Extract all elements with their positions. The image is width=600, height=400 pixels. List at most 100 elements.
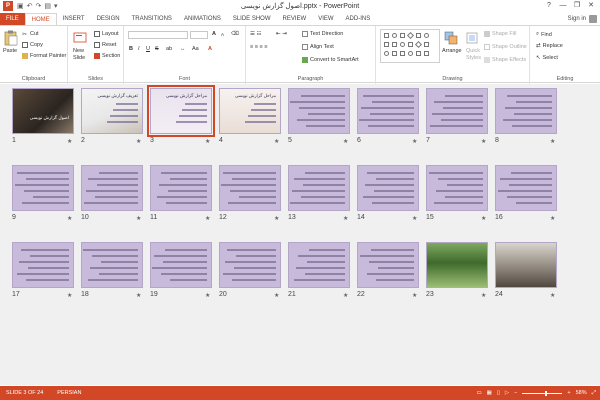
slide-sorter-canvas[interactable]: اصول گزارش نویسی 1 ★ تعریف گزارش نویسی 2 ★ مرا… [0,84,600,385]
slide-thumbnail[interactable]: مراحل گزارش نویسی [219,88,281,134]
new-slide-button[interactable]: New [73,48,84,54]
replace-button[interactable]: ⇄ Replace [536,43,563,49]
section-button[interactable]: Section [94,53,120,59]
language-indicator[interactable]: PERSIAN [57,390,81,396]
tab-home[interactable]: HOME [24,13,57,25]
shape-fill-button[interactable]: Shape Fill [484,31,516,37]
transition-star-icon[interactable]: ★ [412,138,417,145]
sign-in-link[interactable]: Sign in [568,13,586,25]
format-painter-button[interactable]: Format Painter [22,53,66,59]
slide-thumbnail[interactable]: تعریف گزارش نویسی [81,88,143,134]
bullets-icon[interactable]: ☰ ☷ [250,31,261,37]
tab-review[interactable]: REVIEW [277,13,313,25]
char-spacing-icon[interactable]: ↔ [180,46,186,52]
transition-star-icon[interactable]: ★ [136,292,141,299]
clear-formatting-icon[interactable]: ⌫ [231,31,239,37]
tab-view[interactable]: VIEW [312,13,339,25]
find-button[interactable]: ⌕ Find [536,31,552,38]
zoom-in-icon[interactable]: + [567,390,570,396]
slide-thumbnail[interactable] [12,165,74,211]
undo-icon[interactable]: ↶ [27,2,33,10]
transition-star-icon[interactable]: ★ [481,292,486,299]
transition-star-icon[interactable]: ★ [550,292,555,299]
slide-thumbnail[interactable] [495,165,557,211]
start-from-beginning-icon[interactable]: ▤ [44,2,51,10]
layout-button[interactable]: Layout [94,31,119,37]
slide-thumbnail[interactable] [357,88,419,134]
reading-view-icon[interactable]: ▯ [497,390,500,396]
slide-thumbnail[interactable] [426,165,488,211]
copy-button[interactable]: Copy [22,42,43,48]
shrink-font-button[interactable]: A [221,32,224,37]
transition-star-icon[interactable]: ★ [67,215,72,222]
redo-icon[interactable]: ↷ [36,2,42,10]
slide-thumbnail[interactable] [288,165,350,211]
slide-thumbnail[interactable] [357,165,419,211]
transition-star-icon[interactable]: ★ [550,138,555,145]
tab-file[interactable]: FILE [0,13,25,25]
slide-thumbnail[interactable] [426,88,488,134]
transition-star-icon[interactable]: ★ [412,292,417,299]
slide-thumbnail[interactable] [357,242,419,288]
indent-icon[interactable]: ⇤ ⇥ [276,31,287,37]
slide-sorter-view-icon[interactable]: ▦ [487,390,492,396]
tab-design[interactable]: DESIGN [91,13,126,25]
shadow-icon[interactable]: ab [166,46,172,52]
strikethrough-button[interactable]: S [155,46,159,52]
slide-thumbnail[interactable]: اصول گزارش نویسی [12,88,74,134]
transition-star-icon[interactable]: ★ [274,292,279,299]
font-size-combo[interactable] [190,31,208,39]
transition-star-icon[interactable]: ★ [550,215,555,222]
select-button[interactable]: ↖ Select [536,55,558,61]
zoom-slider[interactable] [522,390,563,396]
transition-star-icon[interactable]: ★ [136,138,141,145]
slide-thumbnail[interactable] [495,88,557,134]
transition-star-icon[interactable]: ★ [205,292,210,299]
shapes-gallery[interactable] [380,29,440,63]
slide-thumbnail[interactable]: مراحل گزارش نویسی [147,85,215,137]
quick-styles-icon[interactable] [465,30,479,46]
bold-button[interactable]: B [129,46,133,52]
transition-star-icon[interactable]: ★ [343,292,348,299]
slide-thumbnail[interactable] [219,242,281,288]
tab-add-ins[interactable]: ADD-INS [340,13,377,25]
transition-star-icon[interactable]: ★ [136,215,141,222]
account-avatar[interactable] [589,15,597,23]
close-button[interactable]: ✕ [584,0,598,12]
restore-button[interactable]: ❐ [570,0,584,12]
zoom-level[interactable]: 58% [576,390,587,396]
slide-thumbnail[interactable] [12,242,74,288]
text-direction-button[interactable]: Text Direction [302,31,343,37]
reset-button[interactable]: Reset [94,42,116,48]
customize-qat-icon[interactable]: ▾ [54,2,58,10]
tab-insert[interactable]: INSERT [57,13,91,25]
transition-star-icon[interactable]: ★ [274,138,279,145]
shape-effects-button[interactable]: Shape Effects [484,57,526,63]
font-color-icon[interactable]: A [208,46,212,52]
help-button[interactable]: ? [542,0,556,12]
align-icons[interactable]: ≡ ≡ ≡ ≡ [250,44,267,50]
transition-star-icon[interactable]: ★ [205,215,210,222]
tab-slide-show[interactable]: SLIDE SHOW [227,13,277,25]
shape-outline-button[interactable]: Shape Outline [484,44,527,50]
transition-star-icon[interactable]: ★ [343,138,348,145]
slideshow-view-icon[interactable]: ▷ [505,390,509,396]
zoom-slider-thumb[interactable] [544,390,547,396]
slide-thumbnail[interactable] [81,165,143,211]
transition-star-icon[interactable]: ★ [412,215,417,222]
slide-thumbnail[interactable] [288,242,350,288]
underline-button[interactable]: U [146,46,150,52]
slide-thumbnail[interactable] [219,165,281,211]
grow-font-button[interactable]: A [212,31,216,37]
transition-star-icon[interactable]: ★ [67,292,72,299]
transition-star-icon[interactable]: ★ [481,215,486,222]
slide-thumbnail[interactable] [426,242,488,288]
normal-view-icon[interactable]: ▭ [476,390,481,396]
arrange-icon[interactable] [444,30,458,46]
slide-thumbnail[interactable] [81,242,143,288]
transition-star-icon[interactable]: ★ [343,215,348,222]
align-text-button[interactable]: Align Text [302,44,334,50]
slide-thumbnail[interactable] [150,165,212,211]
transition-star-icon[interactable]: ★ [67,138,72,145]
arrange-button[interactable]: Arrange [442,48,462,54]
